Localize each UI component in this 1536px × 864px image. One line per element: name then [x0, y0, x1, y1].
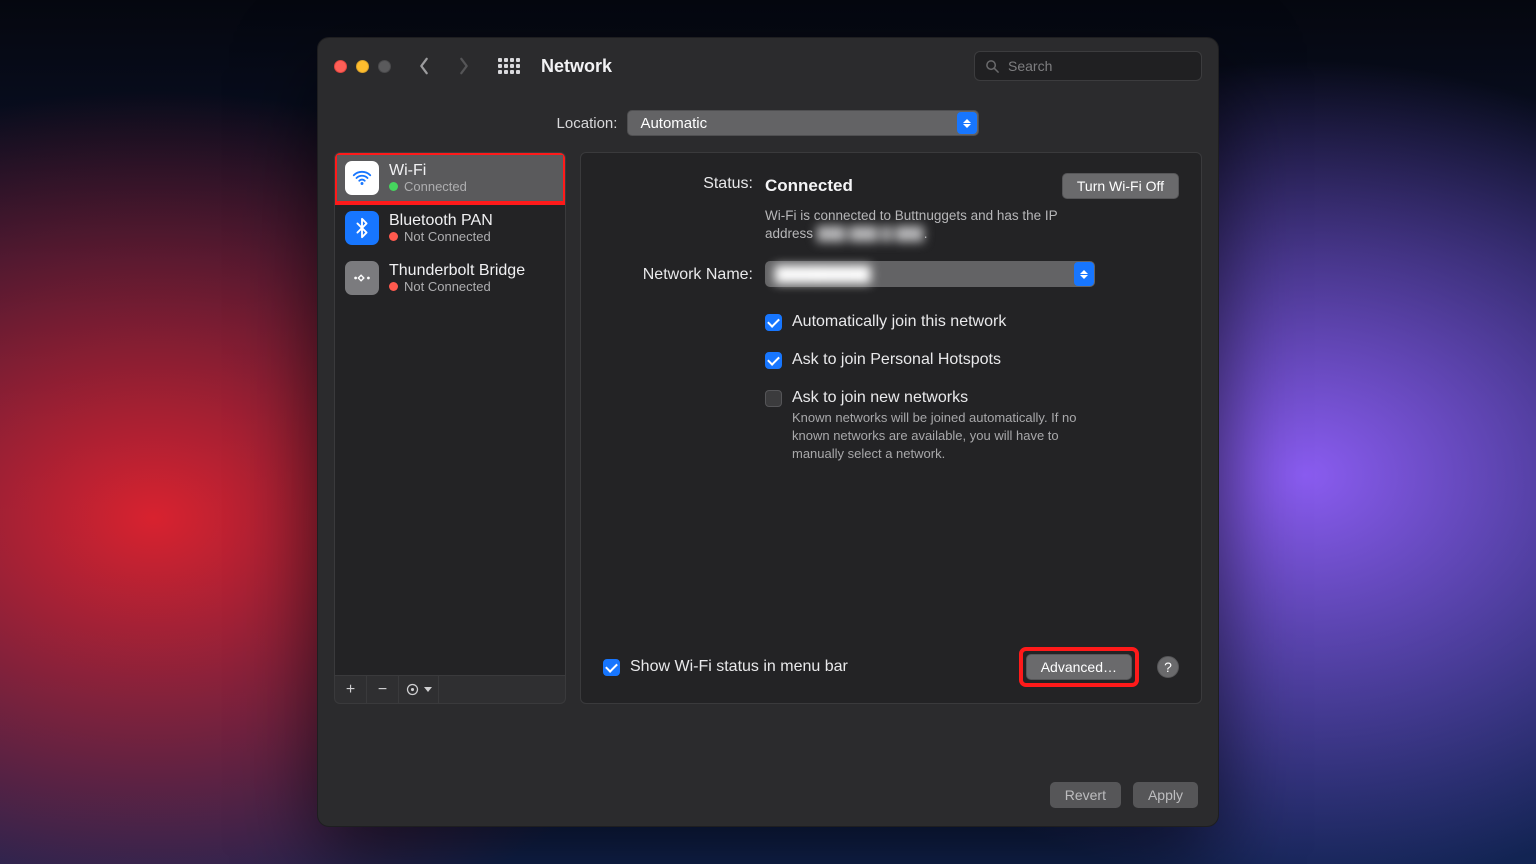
window-action-buttons: Revert Apply [1050, 782, 1198, 808]
remove-service-button[interactable]: − [367, 676, 399, 703]
location-value: Automatic [640, 115, 707, 132]
network-name-label: Network Name: [603, 264, 753, 284]
service-toolbar: + − [334, 676, 566, 704]
service-name: Thunderbolt Bridge [389, 262, 525, 280]
wifi-toggle-button[interactable]: Turn Wi-Fi Off [1062, 173, 1179, 199]
advanced-highlight: Advanced… [1019, 647, 1139, 687]
service-status: Not Connected [404, 230, 491, 244]
service-item-thunderbolt-bridge[interactable]: Thunderbolt Bridge Not Connected [335, 253, 565, 303]
service-sidebar: Wi-Fi Connected Bluetooth PAN Not Connec… [334, 152, 566, 704]
service-status: Not Connected [404, 280, 491, 294]
show-status-checkbox-row[interactable]: Show Wi-Fi status in menu bar [603, 658, 848, 676]
checkbox-icon [765, 314, 782, 331]
network-name-value: █████████ [775, 266, 871, 283]
service-list: Wi-Fi Connected Bluetooth PAN Not Connec… [334, 152, 566, 676]
add-service-button[interactable]: + [335, 676, 367, 703]
show-status-label: Show Wi-Fi status in menu bar [630, 658, 848, 676]
search-input[interactable] [1008, 58, 1191, 74]
fullscreen-window-button[interactable] [378, 60, 391, 73]
checkbox-icon [603, 659, 620, 676]
wifi-icon [345, 161, 379, 195]
forward-button[interactable] [451, 51, 477, 81]
bluetooth-icon [345, 211, 379, 245]
status-description: Wi-Fi is connected to Buttnuggets and ha… [765, 207, 1105, 243]
help-button[interactable]: ? [1157, 656, 1179, 678]
status-label: Status: [603, 173, 753, 193]
checkbox-icon [765, 352, 782, 369]
new-networks-checkbox-row[interactable]: Ask to join new networks [765, 389, 1179, 407]
status-dot-icon [389, 182, 398, 191]
service-actions-menu[interactable] [399, 676, 439, 703]
new-networks-label: Ask to join new networks [792, 389, 968, 407]
network-name-select[interactable]: █████████ [765, 261, 1095, 287]
service-item-bluetooth-pan[interactable]: Bluetooth PAN Not Connected [335, 203, 565, 253]
hotspots-label: Ask to join Personal Hotspots [792, 351, 1001, 369]
advanced-button[interactable]: Advanced… [1026, 654, 1132, 680]
status-dot-icon [389, 232, 398, 241]
service-item-wifi[interactable]: Wi-Fi Connected [335, 153, 565, 203]
close-window-button[interactable] [334, 60, 347, 73]
search-field[interactable] [974, 51, 1202, 81]
service-detail-panel: Status: Connected Turn Wi-Fi Off Wi-Fi i… [580, 152, 1202, 704]
apply-button[interactable]: Apply [1133, 782, 1198, 808]
minimize-window-button[interactable] [356, 60, 369, 73]
location-select[interactable]: Automatic [627, 110, 979, 136]
network-preferences-window: Network Location: Automatic Wi-Fi [317, 37, 1219, 827]
show-all-prefs-button[interactable] [497, 54, 521, 78]
back-button[interactable] [411, 51, 437, 81]
titlebar: Network [318, 38, 1218, 94]
up-down-icon [957, 112, 977, 134]
status-dot-icon [389, 282, 398, 291]
window-controls [334, 60, 391, 73]
service-name: Wi-Fi [389, 162, 467, 180]
status-value: Connected [765, 176, 1048, 196]
location-row: Location: Automatic [318, 94, 1218, 152]
new-networks-description: Known networks will be joined automatica… [792, 409, 1112, 462]
window-title: Network [541, 56, 612, 77]
chevron-right-icon [457, 57, 471, 75]
up-down-icon [1074, 262, 1094, 286]
location-label: Location: [557, 115, 618, 132]
chevron-left-icon [417, 57, 431, 75]
gear-icon [405, 682, 420, 697]
revert-button[interactable]: Revert [1050, 782, 1121, 808]
search-icon [985, 59, 1000, 74]
thunderbolt-bridge-icon [345, 261, 379, 295]
hotspots-checkbox-row[interactable]: Ask to join Personal Hotspots [765, 351, 1179, 369]
checkbox-icon [765, 390, 782, 407]
auto-join-checkbox-row[interactable]: Automatically join this network [765, 313, 1179, 331]
service-name: Bluetooth PAN [389, 212, 493, 230]
service-status: Connected [404, 180, 467, 194]
auto-join-label: Automatically join this network [792, 313, 1006, 331]
